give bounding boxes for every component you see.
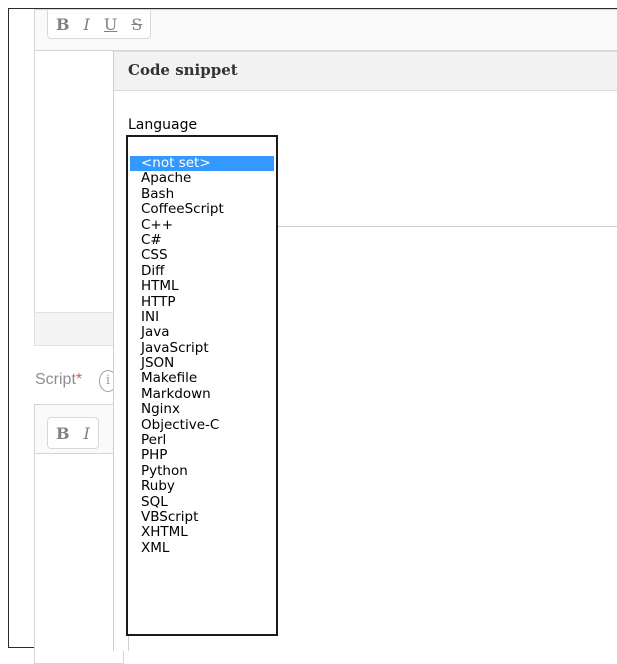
script-label-text: Script: [35, 371, 76, 388]
language-option[interactable]: SQL: [130, 494, 274, 510]
required-marker: *: [75, 371, 83, 388]
language-option[interactable]: Perl: [130, 432, 274, 448]
page-frame: B I U S Script* i B I Code snippet Langu…: [8, 8, 617, 664]
script-field-label: Script*: [35, 371, 82, 389]
language-option[interactable]: Diff: [130, 263, 274, 279]
language-option[interactable]: Ruby: [130, 478, 274, 494]
language-option[interactable]: XML: [130, 540, 274, 556]
dialog-header: Code snippet: [114, 51, 617, 91]
language-option[interactable]: PHP: [130, 448, 274, 464]
description-toolbar: B I U S: [35, 10, 617, 51]
language-option[interactable]: Nginx: [130, 401, 274, 417]
strikethrough-button[interactable]: S: [131, 15, 142, 34]
script-editor: B I: [34, 404, 124, 664]
script-toolbar: B I: [35, 405, 123, 454]
language-option[interactable]: VBScript: [130, 509, 274, 525]
language-option[interactable]: C++: [130, 217, 274, 233]
language-option[interactable]: <not set>: [130, 155, 274, 172]
script-bold-button[interactable]: B: [56, 424, 70, 443]
script-italic-button[interactable]: I: [84, 424, 90, 443]
underline-button[interactable]: U: [104, 15, 117, 34]
language-option[interactable]: Objective-C: [130, 417, 274, 433]
language-option[interactable]: XHTML: [130, 524, 274, 540]
italic-button[interactable]: I: [84, 15, 90, 34]
language-options: <not set> Apache Bash CoffeeScript C++ C# CSS D…: [130, 155, 274, 556]
language-listbox[interactable]: <not set> Apache Bash CoffeeScript C++ C# CSS D…: [126, 135, 278, 636]
bold-button[interactable]: B: [56, 15, 70, 34]
code-snippet-dialog: Code snippet Language <not set> Apache Bas…: [113, 51, 617, 651]
language-option[interactable]: Bash: [130, 186, 274, 202]
language-option[interactable]: HTTP: [130, 294, 274, 310]
language-option[interactable]: HTML: [130, 278, 274, 294]
language-option[interactable]: Python: [130, 463, 274, 479]
language-option[interactable]: Java: [130, 324, 274, 340]
language-option[interactable]: CSS: [130, 247, 274, 263]
language-option[interactable]: Markdown: [130, 386, 274, 402]
language-option[interactable]: C#: [130, 232, 274, 248]
language-option[interactable]: INI: [130, 309, 274, 325]
language-label: Language: [128, 117, 198, 133]
language-option[interactable]: JavaScript: [130, 340, 274, 356]
language-option[interactable]: Makefile: [130, 371, 274, 387]
dialog-title: Code snippet: [128, 61, 238, 79]
format-button-group: B I U S: [47, 10, 152, 39]
script-format-button-group: B I: [47, 417, 99, 449]
description-editor-footer: [34, 312, 114, 346]
language-option[interactable]: Apache: [130, 170, 274, 186]
language-option[interactable]: CoffeeScript: [130, 201, 274, 217]
language-option[interactable]: JSON: [130, 355, 274, 371]
